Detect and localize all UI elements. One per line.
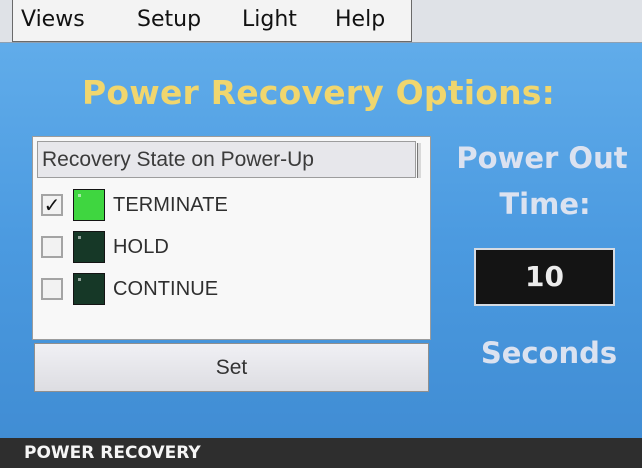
hold-checkbox[interactable] — [41, 236, 63, 258]
recovery-option-terminate[interactable]: ✓ TERMINATE — [41, 189, 301, 223]
terminate-indicator-light — [73, 189, 105, 221]
power-out-time-input[interactable]: 10 — [474, 248, 615, 306]
seconds-label: Seconds — [480, 336, 618, 370]
indicator-glint — [78, 236, 81, 239]
indicator-glint — [78, 194, 81, 197]
recovery-state-header: Recovery State on Power-Up — [37, 141, 416, 178]
time-label: Time: — [499, 187, 591, 221]
power-out-label: Power Out — [456, 141, 628, 175]
menu-light[interactable]: Light — [242, 8, 297, 32]
menu-bar: Views Setup Light Help — [0, 0, 642, 43]
menu-help[interactable]: Help — [335, 8, 385, 32]
hold-label: HOLD — [113, 236, 169, 258]
recovery-state-panel: Recovery State on Power-Up ✓ TERMINATE H… — [32, 136, 431, 340]
hmi-screen: Views Setup Light Help Power Recovery Op… — [0, 0, 642, 468]
terminate-label: TERMINATE — [113, 194, 228, 216]
recovery-option-continue[interactable]: CONTINUE — [41, 273, 301, 307]
panel-scroll-edge — [417, 143, 421, 178]
recovery-option-hold[interactable]: HOLD — [41, 231, 301, 265]
set-button[interactable]: Set — [34, 343, 429, 392]
continue-indicator-light — [73, 273, 105, 305]
menu-box: Views Setup Light Help — [12, 0, 412, 42]
continue-label: CONTINUE — [113, 278, 219, 300]
menu-views[interactable]: Views — [21, 8, 85, 32]
hold-indicator-light — [73, 231, 105, 263]
page-title: Power Recovery Options: — [82, 73, 556, 112]
indicator-glint — [78, 278, 81, 281]
status-bar: POWER RECOVERY — [0, 438, 642, 468]
terminate-checkbox[interactable]: ✓ — [41, 194, 63, 216]
continue-checkbox[interactable] — [41, 278, 63, 300]
menu-setup[interactable]: Setup — [137, 8, 201, 32]
